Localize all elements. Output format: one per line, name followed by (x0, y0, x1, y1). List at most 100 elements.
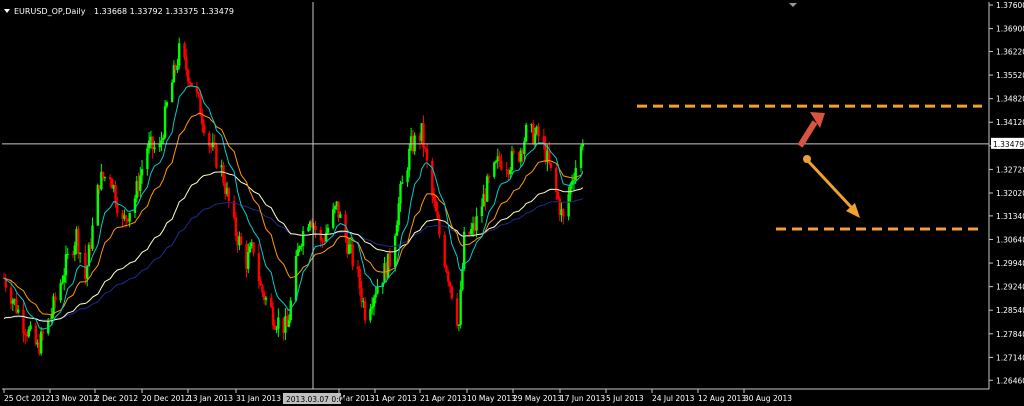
price-tick-label: 1.31340 (996, 212, 1024, 221)
candle-body (388, 253, 392, 268)
time-tick-label: 5 Jul 2013 (606, 394, 644, 403)
candle-body (73, 245, 76, 255)
candle-body (185, 57, 188, 71)
candle-body (103, 177, 107, 179)
candle-body (339, 214, 342, 218)
candle-body (512, 151, 515, 153)
time-tick-label: 25 Oct 2012 (4, 394, 51, 403)
candle-body (77, 228, 80, 254)
candle-body (480, 206, 484, 217)
candle-body (319, 229, 323, 241)
candle-body (264, 297, 268, 300)
candle-body (486, 176, 489, 202)
chart-symbol-label: EURUSD_OP,Daily (14, 7, 86, 16)
candle-body (165, 102, 169, 107)
candle-body (176, 65, 179, 71)
candle-body (62, 275, 66, 283)
candle-body (147, 140, 151, 149)
candle-body (261, 285, 264, 293)
candle-body (234, 217, 238, 236)
candle-body (434, 200, 438, 212)
chart-window[interactable]: EURUSD_OP,Daily 1.33668 1.33792 1.33375 … (0, 0, 1024, 406)
candle-body (450, 286, 454, 299)
candle-body (505, 169, 508, 171)
candle-body (27, 329, 30, 337)
candle-body (455, 298, 459, 326)
candle-body (376, 286, 379, 294)
price-tick-label: 1.32020 (996, 189, 1024, 198)
candle-body (332, 209, 335, 228)
candle-body (498, 156, 501, 161)
candle-body (85, 266, 89, 279)
candle-body (326, 227, 330, 233)
crosshair-time-label: 2013.03.07 0:00 (286, 395, 348, 404)
candle-body (162, 137, 165, 141)
candle-body (11, 300, 15, 304)
candle-body (158, 144, 161, 148)
candle-body (432, 195, 436, 201)
candle-body (406, 170, 409, 183)
candle-body (424, 147, 427, 149)
candle-body (247, 252, 250, 269)
candle-body (270, 297, 273, 308)
candle-body (351, 244, 354, 267)
candle-body (300, 246, 303, 248)
price-tick-label: 1.29940 (996, 259, 1024, 268)
candle-body (114, 185, 117, 204)
candle-body (188, 81, 192, 83)
candle-body (314, 225, 317, 230)
candle-body (370, 306, 374, 309)
candle-body (360, 288, 363, 302)
time-tick-label: 30 Aug 2013 (744, 394, 792, 403)
price-tick-label: 1.36220 (996, 48, 1024, 57)
candle-body (401, 182, 404, 184)
candle-body (277, 317, 280, 329)
candle-body (41, 331, 45, 334)
time-tick-label: 10 May 2013 (467, 394, 516, 403)
candle-body (16, 309, 20, 313)
candle-body (579, 146, 583, 168)
candle-body (556, 191, 560, 199)
candle-body (358, 268, 361, 289)
candle-body (408, 148, 411, 171)
candle-body (273, 325, 277, 330)
time-tick-label: 13 Nov 2012 (50, 394, 98, 403)
price-tick-label: 1.26460 (996, 376, 1024, 385)
candle-body (363, 301, 367, 321)
time-tick-label: 13 Jan 2013 (188, 394, 233, 403)
candle-body (96, 185, 100, 226)
time-tick-label: 1 Apr 2013 (375, 394, 417, 403)
candle-body (307, 227, 310, 232)
candle-body (397, 203, 400, 226)
candle-body (54, 296, 57, 301)
candle-body (163, 106, 167, 138)
candle-body (61, 282, 64, 284)
price-tick-label: 1.29240 (996, 283, 1024, 292)
candle-body (542, 136, 546, 144)
candle-body (523, 141, 526, 155)
candle-body (39, 331, 43, 354)
candle-body (183, 43, 186, 58)
candle-body (374, 293, 377, 298)
candle-body (116, 203, 119, 214)
candle-body (66, 253, 69, 255)
candle-body (494, 161, 498, 163)
candle-body (215, 144, 218, 168)
candle-body (140, 169, 144, 176)
candle-body (572, 180, 576, 182)
candle-body (146, 148, 149, 170)
candle-body (153, 147, 156, 150)
candle-body (248, 246, 252, 253)
candle-body (356, 266, 360, 269)
candle-body (252, 242, 255, 254)
candle-body (574, 167, 577, 181)
candle-body (493, 162, 496, 177)
candle-body (549, 162, 553, 168)
price-tick-label: 1.27140 (996, 353, 1024, 362)
price-tick-label: 1.34820 (996, 95, 1024, 104)
candle-body (509, 169, 512, 175)
candle-body (347, 244, 351, 254)
candle-body (500, 160, 503, 170)
candle-body (475, 216, 478, 231)
current-price-label: 1.33479 (993, 140, 1024, 149)
